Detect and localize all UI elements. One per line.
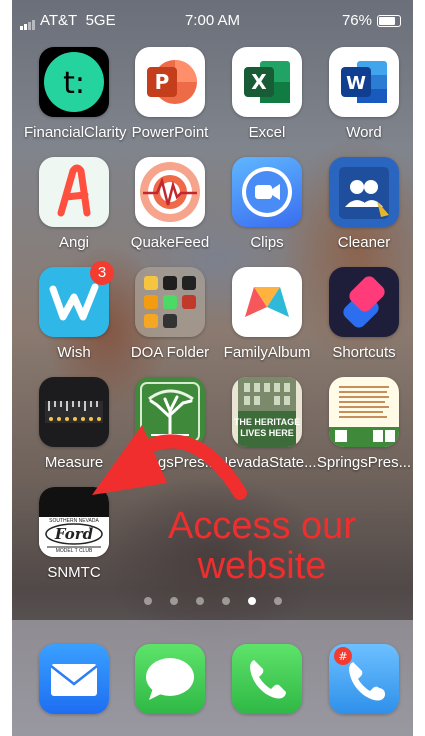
battery-percent: 76%: [341, 12, 372, 29]
folder-icon: [135, 267, 205, 337]
dock: #: [12, 620, 413, 736]
financial-clarity-icon: t:: [39, 47, 109, 117]
powerpoint-icon: P: [135, 47, 205, 117]
messages-icon: [135, 644, 205, 714]
phone-icon: [232, 644, 302, 714]
excel-icon: X: [232, 47, 302, 117]
dock-app-messages[interactable]: [120, 644, 220, 714]
app-label: DOA Folder: [130, 344, 210, 361]
app-label: FinancialClarity: [24, 124, 127, 141]
app-label: PowerPoint: [131, 124, 209, 141]
page-dot: [195, 597, 204, 605]
page-indicator[interactable]: [12, 592, 413, 610]
mail-icon: [39, 644, 109, 714]
annotation-line-1: Access our: [168, 505, 356, 547]
app-label: Wish: [57, 344, 91, 361]
app-quakefeed[interactable]: QuakeFeed: [120, 157, 220, 251]
app-label: Clips: [250, 234, 284, 251]
app-doa-folder[interactable]: DOA Folder: [120, 267, 220, 361]
app-label: Shortcuts: [332, 344, 396, 361]
page-dot: [143, 597, 152, 605]
svg-text:W: W: [346, 73, 366, 94]
page-dot: [221, 597, 230, 605]
dock-app-mail[interactable]: [24, 644, 124, 714]
dock-app-phone[interactable]: [217, 644, 317, 714]
dock-app-call-recorder[interactable]: #: [314, 644, 413, 714]
call-recorder-icon: #: [329, 644, 399, 714]
svg-text:t:: t:: [63, 66, 85, 101]
home-screen: AT&T 5GE 7:00 AM 76% t: FinancialClarity…: [12, 0, 413, 736]
ford-club-sub-text: MODEL T CLUB: [55, 548, 93, 554]
app-powerpoint[interactable]: P PowerPoint: [120, 47, 220, 141]
app-cleaner[interactable]: Cleaner: [314, 157, 413, 251]
app-label: QuakeFeed: [130, 234, 210, 251]
app-springspres-2[interactable]: SpringsPres...: [314, 377, 413, 471]
quakefeed-icon: [135, 157, 205, 227]
ford-club-brand: Ford: [54, 525, 94, 543]
app-familyalbum[interactable]: FamilyAlbum: [217, 267, 317, 361]
app-label: Cleaner: [337, 234, 391, 251]
status-bar: AT&T 5GE 7:00 AM 76%: [12, 0, 413, 40]
ford-club-top-text: SOUTHERN NEVADA: [49, 518, 99, 524]
angi-icon: [39, 157, 109, 227]
annotation-line-2: website: [197, 545, 327, 587]
shortcuts-icon: [329, 267, 399, 337]
app-label: Excel: [248, 124, 286, 141]
app-shortcuts[interactable]: Shortcuts: [314, 267, 413, 361]
svg-text:#: #: [338, 650, 347, 663]
svg-text:P: P: [155, 70, 170, 94]
cleaner-icon: [329, 157, 399, 227]
app-label: Word: [346, 124, 382, 141]
app-label: SpringsPres...: [316, 454, 412, 471]
app-label: FamilyAlbum: [223, 344, 311, 361]
page-dot: [273, 597, 282, 605]
app-clips[interactable]: Clips: [217, 157, 317, 251]
battery-indicator: 76%: [342, 12, 401, 29]
page-dot: [169, 597, 178, 605]
familyalbum-icon: [232, 267, 302, 337]
battery-icon: [377, 15, 401, 28]
clips-icon: [232, 157, 302, 227]
app-label: Angi: [58, 234, 90, 251]
app-financialclarity[interactable]: t: FinancialClarity: [24, 47, 127, 141]
app-angi[interactable]: Angi: [24, 157, 124, 251]
app-word[interactable]: W Word: [314, 47, 413, 141]
annotation-text: Access our website: [132, 506, 392, 586]
page-dot-active: [247, 597, 256, 605]
annotation-arrow-icon: [92, 425, 247, 500]
svg-text:X: X: [251, 70, 267, 94]
app-wish[interactable]: 3 Wish: [24, 261, 124, 361]
document-icon: [329, 377, 399, 447]
word-icon: W: [329, 47, 399, 117]
app-label: SNMTC: [47, 564, 101, 581]
app-excel[interactable]: X Excel: [217, 47, 317, 141]
notification-badge: 3: [90, 261, 114, 285]
